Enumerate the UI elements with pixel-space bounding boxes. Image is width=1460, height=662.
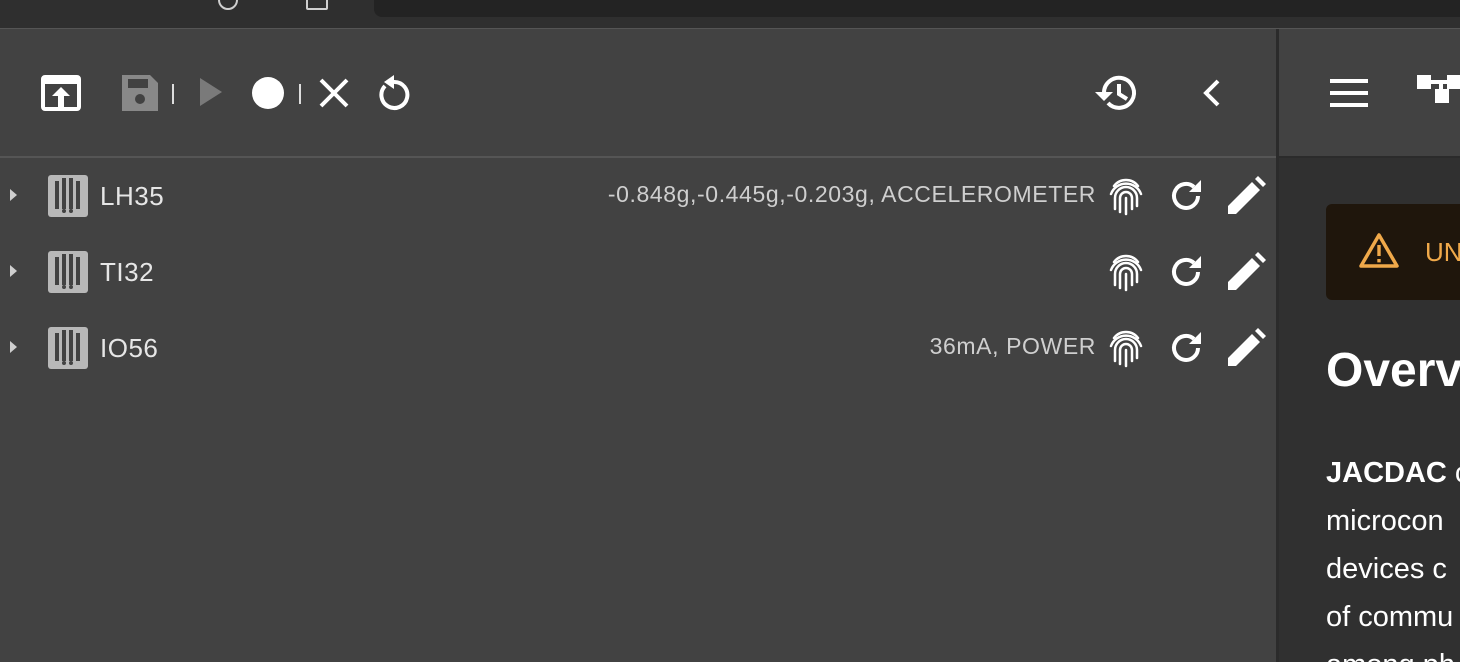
expand-caret-icon[interactable] (10, 341, 17, 353)
close-icon[interactable] (318, 77, 350, 109)
toolbar (0, 29, 1276, 158)
device-reading: 36mA, POWER (929, 333, 1096, 359)
edit-icon[interactable] (1226, 176, 1266, 216)
fingerprint-icon[interactable] (1106, 176, 1146, 216)
address-bar[interactable] (374, 0, 1460, 17)
device-row[interactable]: LH35 -0.848g,-0.445g,-0.203g, ACCELEROME… (0, 166, 1276, 226)
device-panel: LH35 -0.848g,-0.445g,-0.203g, ACCELEROME… (0, 29, 1276, 662)
device-name: IO56 (100, 333, 159, 363)
device-row[interactable]: TI32 (0, 242, 1276, 302)
paragraph-text: microcon (1326, 505, 1444, 537)
device-name: TI32 (100, 257, 155, 287)
paragraph-line: of commu (1326, 593, 1460, 641)
menu-icon[interactable] (1330, 79, 1368, 107)
paragraph-bold-text: JACDAC (1326, 457, 1447, 489)
toolbar-separator (172, 84, 174, 104)
device-name: LH35 (100, 181, 165, 211)
device-reading: -0.848g,-0.445g,-0.203g, ACCELEROMETER (607, 181, 1096, 207)
paragraph-text: of commu (1326, 601, 1454, 633)
restart-icon[interactable] (376, 73, 412, 113)
paragraph-line: microcon (1326, 497, 1460, 545)
paragraph-line: JACDAC c (1326, 449, 1460, 497)
partial-circle-icon (218, 0, 238, 10)
device-icon (48, 327, 88, 369)
refresh-icon[interactable] (1166, 328, 1206, 368)
history-icon[interactable] (1093, 73, 1139, 113)
docs-panel: UN Overv JACDAC c microcon devices c of … (1279, 29, 1460, 662)
toolbar-separator (299, 84, 301, 104)
warning-banner: UN (1326, 204, 1460, 300)
record-icon[interactable] (250, 75, 286, 111)
edit-icon[interactable] (1226, 328, 1266, 368)
paragraph-line: among ph (1326, 641, 1460, 662)
expand-caret-icon[interactable] (10, 189, 17, 201)
device-tree-icon[interactable] (1417, 69, 1460, 113)
play-icon (198, 77, 224, 107)
paragraph-text: devices c (1326, 553, 1447, 585)
docs-toolbar (1279, 29, 1460, 158)
device-icon (48, 175, 88, 217)
partial-square-icon (306, 0, 328, 10)
warning-icon (1359, 233, 1399, 268)
edit-icon[interactable] (1226, 252, 1266, 292)
browser-top-strip (0, 0, 1460, 29)
expand-caret-icon[interactable] (10, 265, 17, 277)
fingerprint-icon[interactable] (1106, 252, 1146, 292)
refresh-icon[interactable] (1166, 176, 1206, 216)
paragraph-line: devices c (1326, 545, 1460, 593)
paragraph-text: among ph (1326, 649, 1455, 662)
warning-text: UN (1425, 237, 1460, 267)
save-icon (120, 73, 160, 113)
page-heading: Overv (1326, 344, 1460, 397)
overview-paragraph: JACDAC c microcon devices c of commu amo… (1326, 449, 1460, 662)
paragraph-text: c (1447, 457, 1460, 489)
fingerprint-icon[interactable] (1106, 328, 1146, 368)
device-row[interactable]: IO56 36mA, POWER (0, 318, 1276, 378)
refresh-icon[interactable] (1166, 252, 1206, 292)
chevron-left-icon[interactable] (1200, 79, 1222, 107)
device-icon (48, 251, 88, 293)
upload-icon[interactable] (40, 73, 82, 113)
